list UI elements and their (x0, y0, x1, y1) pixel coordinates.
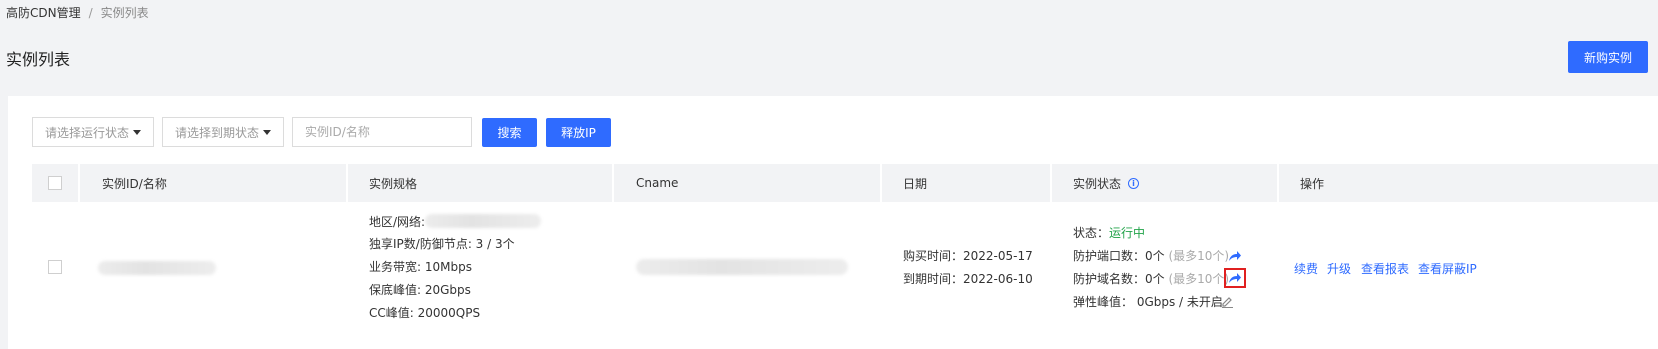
status-badge: 运行中 (1109, 226, 1146, 240)
column-divider (346, 164, 348, 202)
expiry-status-placeholder: 请选择到期状态 (175, 125, 260, 140)
renew-link[interactable]: 续费 (1294, 260, 1318, 277)
column-divider (1050, 164, 1052, 202)
ports-line: 防护端口数：0个 (最多10个) (1073, 249, 1229, 263)
breadcrumb-root[interactable]: 高防CDN管理 (6, 6, 81, 20)
edit-icon[interactable] (1221, 295, 1234, 308)
purchase-time: 购买时间：2022-05-17 (903, 249, 1033, 263)
page-title: 实例列表 (6, 50, 71, 69)
status-line: 状态：运行中 (1073, 226, 1145, 240)
table-header: 实例ID/名称 实例规格 Cname 日期 实例状态 i 操作 (32, 164, 1658, 202)
search-button[interactable]: 搜索 (482, 118, 537, 147)
domains-label: 防护域名数： (1073, 272, 1146, 286)
elastic-peak: 弹性峰值： 0Gbps / 未开启 (1073, 295, 1223, 309)
upgrade-link[interactable]: 升级 (1327, 260, 1351, 277)
column-divider (612, 164, 614, 202)
redacted-region (425, 214, 541, 228)
ports-max: (最多10个) (1168, 249, 1230, 263)
header-spec: 实例规格 (369, 176, 418, 191)
run-status-select[interactable]: 请选择运行状态 (32, 117, 154, 147)
spec-cc-peak: CC峰值: 20000QPS (369, 306, 481, 320)
spec-guarantee-peak: 保底峰值: 20Gbps (369, 283, 471, 297)
spec-ip-nodes: 独享IP数/防御节点: 3 / 3个 (369, 237, 515, 251)
new-instance-button[interactable]: 新购实例 (1568, 41, 1648, 73)
domains-line: 防护域名数：0个 (最多10个) (1073, 272, 1229, 286)
redacted-instance-id (98, 261, 216, 275)
run-status-placeholder: 请选择运行状态 (45, 125, 130, 140)
header-cname: Cname (636, 176, 679, 190)
release-ip-button[interactable]: 释放IP (546, 118, 611, 147)
spec-region: 地区/网络: (369, 215, 425, 229)
header-status-label: 实例状态 (1073, 176, 1122, 191)
select-all-checkbox[interactable] (48, 176, 62, 190)
share-arrow-icon[interactable] (1228, 272, 1242, 284)
view-report-link[interactable]: 查看报表 (1361, 260, 1409, 277)
chevron-down-icon (133, 129, 141, 135)
info-icon[interactable]: i (1128, 177, 1140, 189)
chevron-down-icon (263, 129, 271, 135)
spec-region-label: 地区/网络: (369, 215, 426, 229)
expiry-time: 到期时间：2022-06-10 (903, 272, 1033, 286)
instance-list-card: 请选择运行状态 请选择到期状态 搜索 释放IP 实例ID/名称 实例规格 Cna… (8, 96, 1658, 349)
share-arrow-icon[interactable] (1228, 250, 1242, 262)
row-checkbox[interactable] (48, 260, 62, 274)
search-input[interactable] (292, 117, 472, 147)
header-date: 日期 (903, 176, 928, 191)
column-divider (78, 164, 80, 202)
header-id-name: 实例ID/名称 (102, 176, 167, 191)
expiry-status-select[interactable]: 请选择到期状态 (162, 117, 284, 147)
breadcrumb-separator: / (88, 6, 93, 20)
redacted-cname (636, 259, 848, 275)
ports-label: 防护端口数： (1073, 249, 1146, 263)
breadcrumb: 高防CDN管理 / 实例列表 (6, 4, 149, 21)
column-divider (1277, 164, 1279, 202)
spec-bandwidth: 业务带宽: 10Mbps (369, 260, 472, 274)
status-label: 状态： (1073, 226, 1110, 240)
column-divider (880, 164, 882, 202)
header-status: 实例状态 i (1073, 164, 1140, 202)
domains-value: 0个 (1145, 272, 1165, 286)
view-blocked-ip-link[interactable]: 查看屏蔽IP (1418, 260, 1477, 277)
elastic-line: 弹性峰值： 0Gbps / 未开启 (1073, 295, 1223, 309)
header-actions: 操作 (1300, 176, 1325, 191)
domains-max: (最多10个) (1168, 272, 1230, 286)
breadcrumb-current: 实例列表 (100, 6, 149, 20)
ports-value: 0个 (1145, 249, 1165, 263)
